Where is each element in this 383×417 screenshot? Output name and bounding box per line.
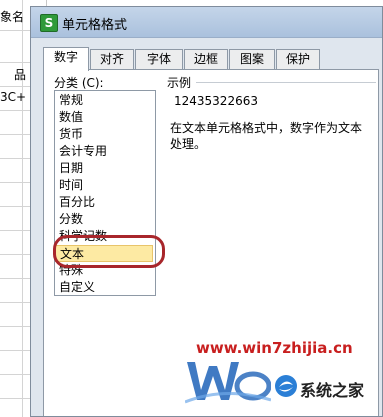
- category-item-accounting[interactable]: 会计专用: [55, 143, 153, 160]
- highlight-annotation-oval: [53, 235, 165, 268]
- screenshot: 象名 品 3C+ S 单元格格式 数字 对齐 字体 边框 图案 保护 分类 (C…: [0, 0, 383, 417]
- tab-protection[interactable]: 保护: [276, 49, 320, 69]
- dialog-title: 单元格格式: [62, 18, 128, 33]
- grid-column-line: [22, 0, 23, 417]
- sample-group-divider: [196, 82, 376, 83]
- watermark-brand: 系统之家: [300, 381, 365, 400]
- win7-logo-watermark: [185, 362, 271, 404]
- category-label: 分类 (C):: [54, 76, 104, 90]
- wps-spreadsheet-icon: S: [40, 14, 58, 32]
- sheet-cell-text: 品: [14, 68, 27, 82]
- category-item-date[interactable]: 日期: [55, 160, 153, 177]
- sheet-cell-text: 象名: [0, 10, 25, 24]
- category-item-percentage[interactable]: 百分比: [55, 194, 153, 211]
- sample-label: 示例: [167, 76, 192, 90]
- category-item-currency[interactable]: 货币: [55, 126, 153, 143]
- category-item-custom[interactable]: 自定义: [55, 279, 153, 296]
- category-item-number[interactable]: 数值: [55, 109, 153, 126]
- tab-border[interactable]: 边框: [184, 49, 228, 69]
- sample-value: 12435322663: [174, 94, 258, 108]
- sheet-cell-text: 3C+: [0, 90, 27, 104]
- category-item-fraction[interactable]: 分数: [55, 211, 153, 228]
- brand-logo-icon: [275, 375, 297, 397]
- format-description: 在文本单元格格式中，数字作为文本处理。: [170, 121, 363, 151]
- watermark-url: www.win7zhijia.cn: [196, 339, 353, 357]
- dialog-titlebar[interactable]: S 单元格格式: [31, 7, 382, 38]
- tab-number[interactable]: 数字: [43, 47, 89, 71]
- tab-alignment[interactable]: 对齐: [90, 49, 134, 69]
- category-item-general[interactable]: 常规: [55, 92, 153, 109]
- category-item-time[interactable]: 时间: [55, 177, 153, 194]
- tab-pattern[interactable]: 图案: [229, 49, 275, 69]
- tab-font[interactable]: 字体: [135, 49, 183, 69]
